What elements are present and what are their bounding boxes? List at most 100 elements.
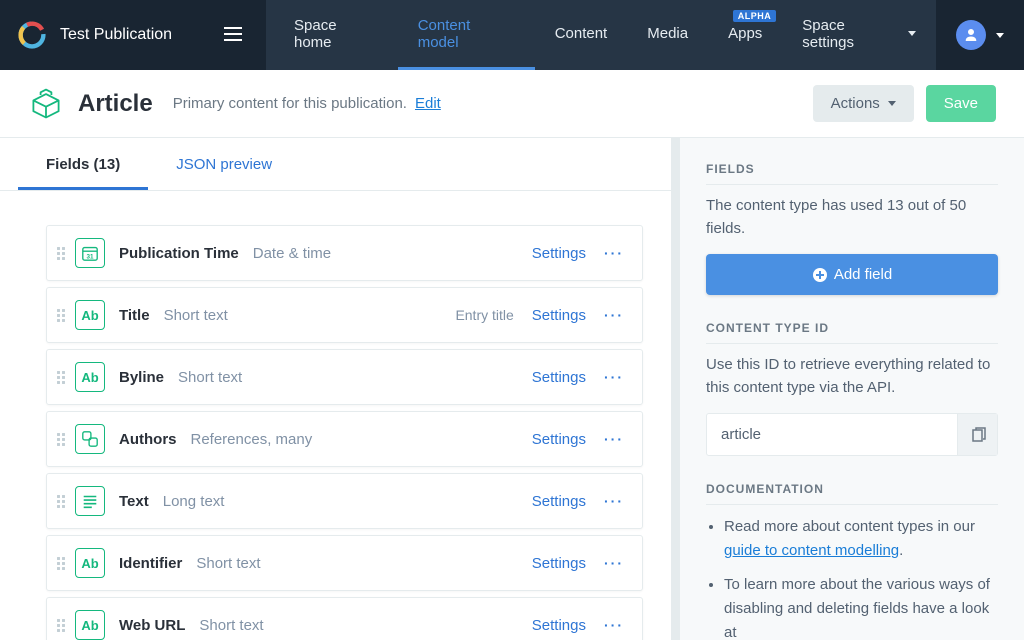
field-settings-link[interactable]: Settings bbox=[532, 617, 586, 634]
field-type-label: Short text bbox=[196, 555, 260, 572]
chevron-down-icon[interactable] bbox=[996, 33, 1004, 38]
right-panel: FIELDS The content type has used 13 out … bbox=[679, 138, 1024, 640]
field-name: Text bbox=[119, 493, 149, 510]
field-row: Ab Web URL Short text Settings ··· bbox=[46, 597, 643, 640]
field-type-icon: 31 bbox=[75, 238, 105, 268]
field-type-icon bbox=[75, 486, 105, 516]
more-actions-icon[interactable]: ··· bbox=[596, 301, 632, 329]
save-button[interactable]: Save bbox=[926, 85, 996, 122]
actions-button[interactable]: Actions bbox=[813, 85, 914, 122]
field-settings-link[interactable]: Settings bbox=[532, 431, 586, 448]
field-name: Web URL bbox=[119, 617, 185, 634]
brand: Test Publication bbox=[0, 21, 266, 50]
field-settings-link[interactable]: Settings bbox=[532, 369, 586, 386]
field-name: Title bbox=[119, 307, 150, 324]
drag-handle-icon[interactable] bbox=[47, 433, 75, 446]
more-actions-icon[interactable]: ··· bbox=[596, 425, 632, 453]
content-type-id-value: article bbox=[707, 414, 957, 455]
field-actions: Settings ··· bbox=[532, 425, 632, 453]
brand-logo-icon bbox=[18, 21, 46, 49]
drag-handle-icon[interactable] bbox=[47, 619, 75, 632]
nav-space-home[interactable]: Space home bbox=[274, 0, 398, 70]
content-type-title: Article bbox=[78, 90, 153, 118]
nav-items: Space home Content model Content Media A… bbox=[266, 0, 936, 70]
content-type-id-row: article bbox=[706, 413, 998, 456]
field-type-label: Short text bbox=[199, 617, 263, 634]
field-actions: Settings ··· bbox=[532, 363, 632, 391]
content-type-header: Article Primary content for this publica… bbox=[0, 70, 1024, 138]
field-type-label: Short text bbox=[164, 307, 228, 324]
doc-link-modelling[interactable]: guide to content modelling bbox=[724, 542, 899, 559]
field-type-label: Long text bbox=[163, 493, 225, 510]
field-row: Ab Identifier Short text Settings ··· bbox=[46, 535, 643, 591]
content-type-description: Primary content for this publication. bbox=[173, 95, 407, 112]
field-row: Text Long text Settings ··· bbox=[46, 473, 643, 529]
field-type-label: Date & time bbox=[253, 245, 331, 262]
tab-fields[interactable]: Fields (13) bbox=[18, 138, 148, 190]
brand-name: Test Publication bbox=[60, 26, 172, 44]
field-settings-link[interactable]: Settings bbox=[532, 555, 586, 572]
more-actions-icon[interactable]: ··· bbox=[596, 549, 632, 577]
drag-handle-icon[interactable] bbox=[47, 495, 75, 508]
field-settings-link[interactable]: Settings bbox=[532, 245, 586, 262]
content-type-icon bbox=[28, 86, 64, 122]
tab-json-preview[interactable]: JSON preview bbox=[148, 138, 300, 190]
field-name: Publication Time bbox=[119, 245, 239, 262]
nav-content-model[interactable]: Content model bbox=[398, 0, 535, 70]
drag-handle-icon[interactable] bbox=[47, 247, 75, 260]
field-row: 31 Publication Time Date & time Settings ··· bbox=[46, 225, 643, 281]
chevron-down-icon bbox=[888, 101, 896, 106]
documentation-heading: DOCUMENTATION bbox=[706, 482, 998, 505]
field-actions: Settings ··· bbox=[532, 549, 632, 577]
scrollbar[interactable] bbox=[671, 138, 679, 640]
nav-media[interactable]: Media bbox=[627, 0, 708, 70]
main: Fields (13) JSON preview 31 Publication T… bbox=[0, 138, 1024, 640]
field-type-icon: Ab bbox=[75, 610, 105, 640]
field-name: Authors bbox=[119, 431, 177, 448]
user-avatar[interactable] bbox=[956, 20, 986, 50]
documentation-list: Read more about content types in our gui… bbox=[706, 515, 998, 640]
field-settings-link[interactable]: Settings bbox=[532, 493, 586, 510]
doc-item: Read more about content types in our gui… bbox=[724, 515, 998, 563]
fields-heading: FIELDS bbox=[706, 162, 998, 185]
hamburger-icon[interactable] bbox=[218, 21, 248, 50]
more-actions-icon[interactable]: ··· bbox=[596, 487, 632, 515]
field-name: Byline bbox=[119, 369, 164, 386]
field-type-icon: Ab bbox=[75, 300, 105, 330]
field-row: AbTitleShort textEntry titleSettings··· bbox=[46, 287, 643, 343]
top-nav: Test Publication Space home Content mode… bbox=[0, 0, 1024, 70]
plus-circle-icon bbox=[812, 267, 828, 283]
field-actions: Settings ··· bbox=[532, 239, 632, 267]
doc-item: To learn more about the various ways of … bbox=[724, 573, 998, 640]
fields-usage-text: The content type has used 13 out of 50 f… bbox=[706, 195, 998, 240]
field-type-icon: Ab bbox=[75, 548, 105, 578]
drag-handle-icon[interactable] bbox=[47, 371, 75, 384]
nav-apps[interactable]: AppsALPHA bbox=[708, 0, 782, 70]
edit-description-link[interactable]: Edit bbox=[415, 95, 441, 112]
svg-text:31: 31 bbox=[86, 253, 94, 260]
field-list: 31 Publication Time Date & time Settings ···… bbox=[0, 191, 679, 640]
tabs: Fields (13) JSON preview bbox=[0, 138, 679, 191]
more-actions-icon[interactable]: ··· bbox=[596, 611, 632, 639]
field-actions: Settings ··· bbox=[532, 487, 632, 515]
add-field-button[interactable]: Add field bbox=[706, 254, 998, 295]
field-name: Identifier bbox=[119, 555, 182, 572]
nav-space-settings[interactable]: Space settings bbox=[782, 0, 936, 70]
more-actions-icon[interactable]: ··· bbox=[596, 239, 632, 267]
field-type-icon bbox=[75, 424, 105, 454]
copy-id-button[interactable] bbox=[957, 414, 997, 455]
drag-handle-icon[interactable] bbox=[47, 309, 75, 322]
field-settings-link[interactable]: Settings bbox=[532, 307, 586, 324]
field-type-label: Short text bbox=[178, 369, 242, 386]
content-type-id-heading: CONTENT TYPE ID bbox=[706, 321, 998, 344]
field-actions: Settings ··· bbox=[532, 301, 632, 329]
nav-content[interactable]: Content bbox=[535, 0, 628, 70]
drag-handle-icon[interactable] bbox=[47, 557, 75, 570]
left-panel: Fields (13) JSON preview 31 Publication T… bbox=[0, 138, 679, 640]
chevron-down-icon bbox=[908, 31, 916, 36]
nav-right bbox=[936, 20, 1024, 50]
copy-icon bbox=[970, 427, 986, 443]
field-type-icon: Ab bbox=[75, 362, 105, 392]
content-type-id-desc: Use this ID to retrieve everything relat… bbox=[706, 354, 998, 399]
more-actions-icon[interactable]: ··· bbox=[596, 363, 632, 391]
